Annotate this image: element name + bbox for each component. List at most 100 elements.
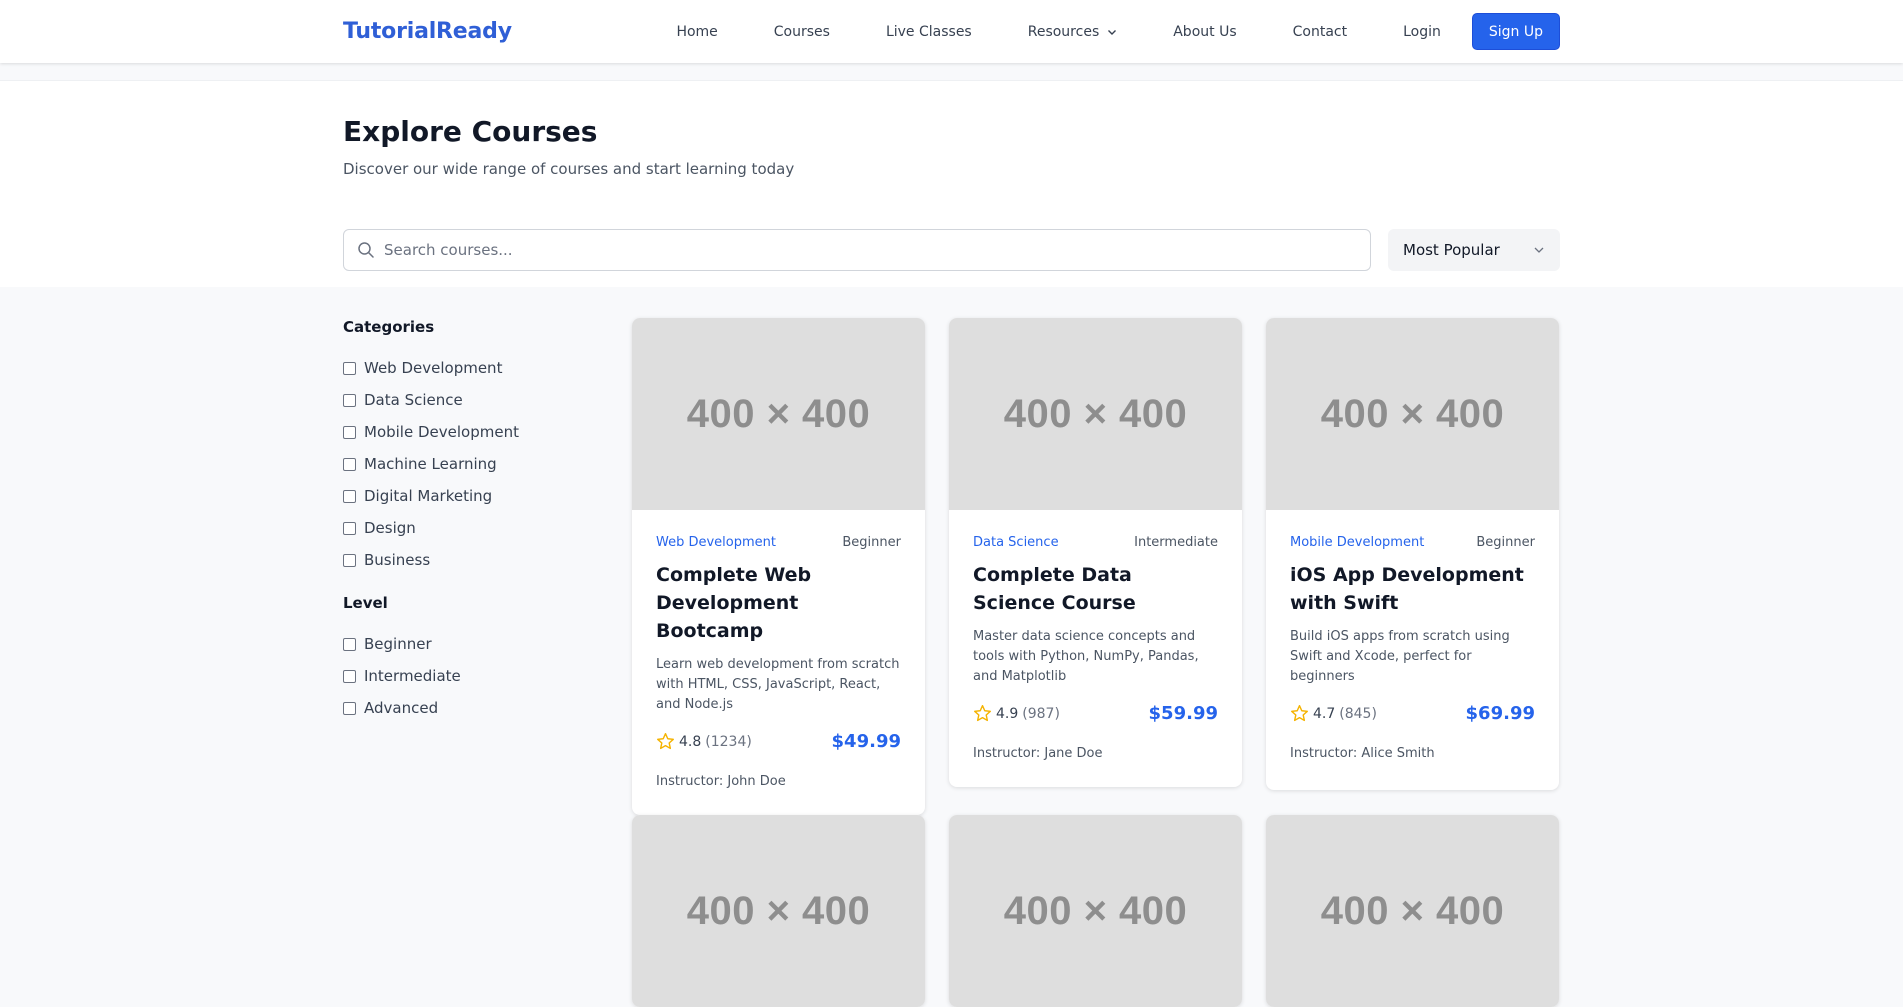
star-icon	[656, 732, 675, 750]
course-rating: 4.9	[996, 705, 1019, 722]
placeholder-label: 400 × 400	[686, 888, 871, 933]
checkbox[interactable]	[343, 393, 356, 407]
categories-list: Web Development Data Science Mobile Deve…	[343, 352, 583, 576]
nav-link-live-classes[interactable]: Live Classes	[886, 24, 972, 40]
level-list: Beginner Intermediate Advanced	[343, 628, 583, 724]
nav-link-home[interactable]: Home	[676, 24, 717, 40]
level-filter-beginner[interactable]: Beginner	[343, 628, 583, 660]
filters-sidebar: Categories Web Development Data Science …	[343, 318, 583, 724]
course-title[interactable]: iOS App Development with Swift	[1290, 561, 1535, 617]
search-icon	[356, 240, 376, 260]
course-description: Learn web development from scratch with …	[656, 657, 900, 712]
course-instructor: Instructor: Alice Smith	[1290, 746, 1435, 761]
course-card[interactable]: 400 × 400	[632, 815, 925, 1007]
category-filter-digital-marketing[interactable]: Digital Marketing	[343, 480, 583, 512]
course-thumbnail: 400 × 400	[949, 815, 1242, 1007]
nav-link-contact[interactable]: Contact	[1293, 24, 1347, 40]
course-review-count: (987)	[1022, 705, 1060, 722]
filter-label: Intermediate	[364, 667, 461, 685]
star-icon	[973, 704, 992, 722]
course-thumbnail: 400 × 400	[1266, 318, 1559, 510]
category-filter-design[interactable]: Design	[343, 512, 583, 544]
nav-link-resources[interactable]: Resources	[1028, 24, 1118, 40]
course-card[interactable]: 400 × 400 Data Science Intermediate Comp…	[949, 318, 1242, 787]
signup-button[interactable]: Sign Up	[1471, 13, 1560, 50]
auth-actions: Login Sign Up	[1403, 13, 1560, 50]
placeholder-label: 400 × 400	[1003, 888, 1188, 933]
chevron-down-icon	[1534, 247, 1544, 253]
course-description: Build iOS apps from scratch using Swift …	[1290, 629, 1510, 684]
course-price: $49.99	[831, 731, 901, 752]
filter-label: Beginner	[364, 635, 432, 653]
login-link[interactable]: Login	[1403, 24, 1441, 40]
filter-label: Business	[364, 551, 431, 569]
checkbox[interactable]	[343, 425, 356, 439]
filter-label: Mobile Development	[364, 423, 519, 441]
page-subtitle: Discover our wide range of courses and s…	[343, 160, 795, 178]
course-title[interactable]: Complete Web Development Bootcamp	[656, 561, 901, 645]
course-card[interactable]: 400 × 400 Web Development Beginner Compl…	[632, 318, 925, 815]
category-filter-mobile-development[interactable]: Mobile Development	[343, 416, 583, 448]
placeholder-label: 400 × 400	[1320, 888, 1505, 933]
search-input[interactable]	[384, 241, 1344, 259]
course-level: Beginner	[842, 535, 901, 550]
checkbox[interactable]	[343, 669, 356, 683]
category-filter-web-development[interactable]: Web Development	[343, 352, 583, 384]
course-price: $69.99	[1465, 703, 1535, 724]
top-navbar: TutorialReady Home Courses Live Classes …	[0, 0, 1903, 63]
filter-label: Machine Learning	[364, 455, 497, 473]
filter-label: Web Development	[364, 359, 503, 377]
course-category: Data Science	[973, 535, 1059, 550]
category-filter-machine-learning[interactable]: Machine Learning	[343, 448, 583, 480]
course-rating: 4.8	[679, 733, 702, 750]
filter-label: Advanced	[364, 699, 439, 717]
sort-selected-value: Most Popular	[1403, 241, 1500, 259]
brand-logo[interactable]: TutorialReady	[343, 19, 512, 44]
nav-link-courses[interactable]: Courses	[774, 24, 830, 40]
course-rating: 4.7	[1313, 705, 1336, 722]
course-thumbnail: 400 × 400	[632, 318, 925, 510]
course-review-count: (1234)	[705, 733, 752, 750]
course-thumbnail: 400 × 400	[632, 815, 925, 1007]
level-heading: Level	[343, 594, 388, 612]
checkbox[interactable]	[343, 701, 356, 715]
checkbox[interactable]	[343, 457, 356, 471]
nav-link-resources-label: Resources	[1027, 23, 1100, 40]
course-title[interactable]: Complete Data Science Course	[973, 561, 1218, 617]
level-filter-advanced[interactable]: Advanced	[343, 692, 583, 724]
checkbox[interactable]	[343, 489, 356, 503]
page-title: Explore Courses	[343, 115, 598, 148]
nav-links: Home Courses Live Classes Resources Abou…	[676, 24, 1347, 40]
course-level: Beginner	[1476, 535, 1535, 550]
course-price: $59.99	[1148, 703, 1218, 724]
course-level: Intermediate	[1134, 535, 1218, 550]
checkbox[interactable]	[343, 553, 356, 567]
sort-select[interactable]: Most Popular	[1388, 229, 1560, 271]
course-review-count: (845)	[1339, 705, 1377, 722]
placeholder-label: 400 × 400	[1003, 391, 1188, 436]
chevron-down-icon	[1108, 29, 1117, 35]
category-filter-business[interactable]: Business	[343, 544, 583, 576]
filter-label: Data Science	[364, 391, 463, 409]
filter-label: Design	[364, 519, 416, 537]
course-thumbnail: 400 × 400	[949, 318, 1242, 510]
checkbox[interactable]	[343, 637, 356, 651]
search-box[interactable]	[343, 229, 1371, 271]
checkbox[interactable]	[343, 361, 356, 375]
course-description: Master data science concepts and tools w…	[973, 629, 1199, 684]
course-card[interactable]: 400 × 400 Mobile Development Beginner iO…	[1266, 318, 1559, 790]
course-card[interactable]: 400 × 400	[1266, 815, 1559, 1007]
course-instructor: Instructor: John Doe	[656, 774, 786, 789]
course-card[interactable]: 400 × 400	[949, 815, 1242, 1007]
page-header: Explore Courses Discover our wide range …	[0, 80, 1903, 287]
category-filter-data-science[interactable]: Data Science	[343, 384, 583, 416]
placeholder-label: 400 × 400	[686, 391, 871, 436]
course-category: Mobile Development	[1290, 535, 1425, 550]
level-filter-intermediate[interactable]: Intermediate	[343, 660, 583, 692]
course-instructor: Instructor: Jane Doe	[973, 746, 1103, 761]
filter-label: Digital Marketing	[364, 487, 493, 505]
nav-link-about-us[interactable]: About Us	[1173, 24, 1236, 40]
checkbox[interactable]	[343, 521, 356, 535]
categories-heading: Categories	[343, 318, 435, 336]
course-category: Web Development	[656, 535, 776, 550]
